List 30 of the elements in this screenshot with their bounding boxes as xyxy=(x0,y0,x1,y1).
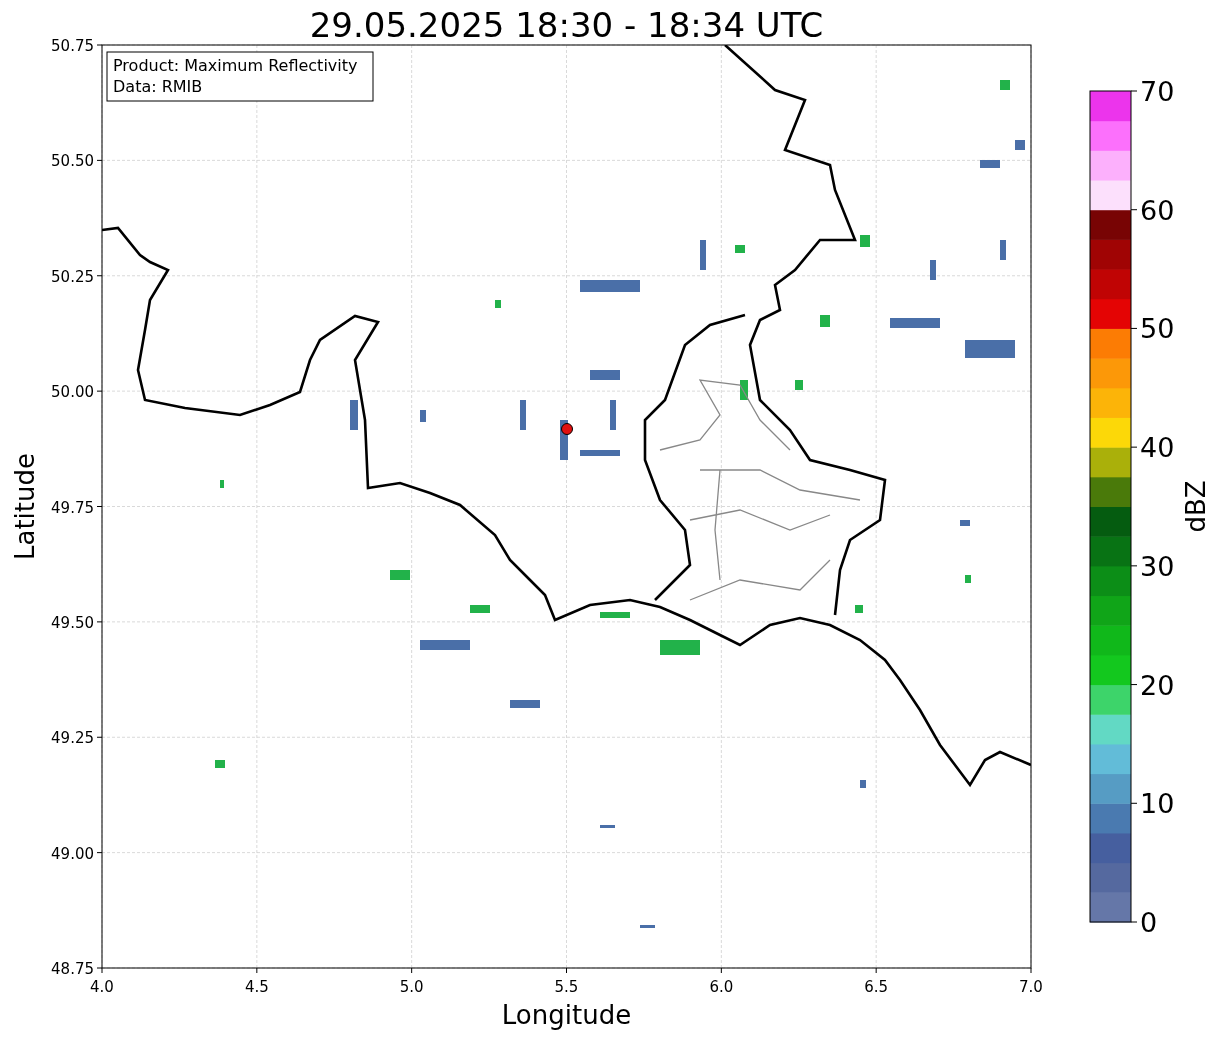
colorbar-tick-label: 40 xyxy=(1140,432,1175,464)
tick-label: 48.75 xyxy=(51,960,94,978)
tick-label: 49.75 xyxy=(51,498,94,517)
tick-label: 50.75 xyxy=(51,37,94,55)
colorbar-tick-label: 60 xyxy=(1140,194,1175,226)
axis-label: Latitude xyxy=(10,453,40,560)
tick-label: 5.5 xyxy=(554,978,579,996)
colorbar-label: dBZ xyxy=(1181,480,1211,533)
tick-label: 50.25 xyxy=(51,267,94,286)
tick-label: 49.00 xyxy=(51,844,94,863)
tick-label: 6.0 xyxy=(709,978,734,996)
tick-label: 50.50 xyxy=(51,152,94,171)
tick-label: 4.0 xyxy=(90,978,114,996)
legend-text: Data: RMIB xyxy=(113,77,203,96)
tick-label: 49.25 xyxy=(51,729,94,748)
chart-title: 29.05.2025 18:30 - 18:34 UTC xyxy=(309,5,824,45)
colorbar-tick-label: 50 xyxy=(1140,313,1175,345)
tick-label: 7.0 xyxy=(1019,978,1043,996)
axis-label: Longitude xyxy=(501,1000,632,1030)
colorbar-tick-label: 30 xyxy=(1140,550,1175,582)
legend-text: Product: Maximum Reflectivity xyxy=(113,56,358,75)
tick-label: 49.50 xyxy=(51,613,94,632)
tick-label: 50.00 xyxy=(51,383,94,402)
tick-label: 4.5 xyxy=(244,978,269,996)
colorbar-tick-label: 20 xyxy=(1140,669,1175,701)
tick-label: 6.5 xyxy=(864,978,889,996)
tick-label: 5.0 xyxy=(399,978,424,996)
colorbar-tick-label: 70 xyxy=(1140,76,1175,107)
colorbar-tick-label: 10 xyxy=(1140,788,1175,820)
colorbar-tick-label: 0 xyxy=(1140,907,1158,938)
